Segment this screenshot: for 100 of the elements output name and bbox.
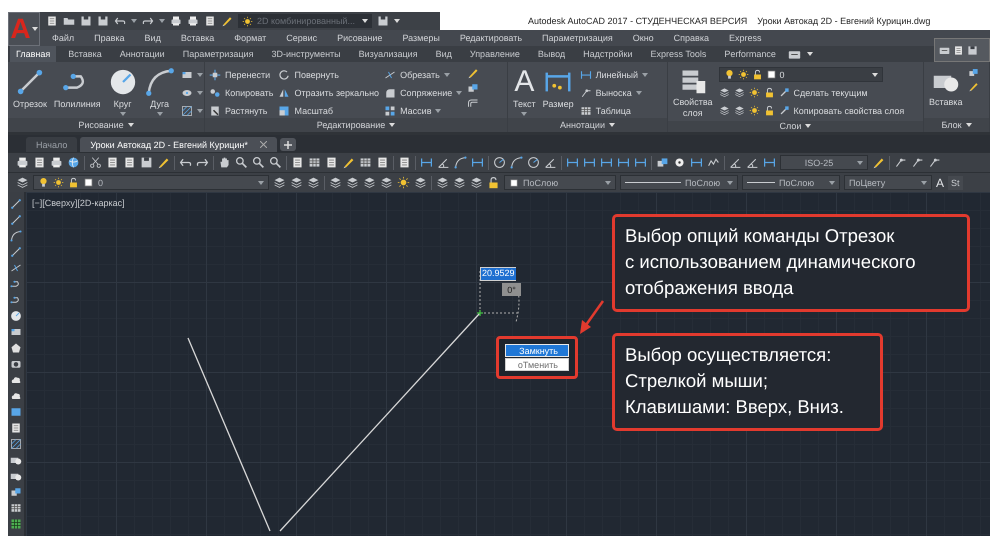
layers-icon[interactable] [329, 176, 342, 189]
linetype-dropdown[interactable]: ПоСлою [620, 175, 738, 190]
boundary-tool-button[interactable] [180, 103, 203, 118]
boxes-icon[interactable] [968, 67, 980, 78]
table-icon[interactable] [359, 156, 372, 169]
sheet-icon[interactable] [10, 422, 22, 434]
layer-dropdown[interactable]: 0 [718, 67, 883, 82]
camera-icon[interactable] [10, 358, 22, 370]
radius-icon[interactable] [493, 156, 506, 169]
file-tab[interactable]: Начало [26, 137, 78, 152]
sheet-icon[interactable] [953, 44, 964, 56]
layers-icon[interactable] [414, 176, 427, 189]
ribbon-tab[interactable]: Вывод [532, 46, 572, 62]
layers-icon[interactable] [470, 176, 483, 189]
modify-tool-button[interactable]: Отразить зеркально [278, 85, 380, 100]
linear-icon[interactable] [471, 156, 484, 169]
menu-item[interactable]: Файл [52, 33, 74, 43]
printer-icon[interactable] [187, 15, 199, 27]
menu-item[interactable]: Сервис [286, 33, 318, 43]
ribbon-tab[interactable]: Вставка [62, 46, 108, 62]
circle-icon[interactable] [10, 310, 22, 322]
sheet-icon[interactable] [291, 156, 304, 169]
draw-tool-button[interactable]: Круг [106, 65, 139, 118]
caret-icon[interactable] [32, 27, 38, 31]
drawing-canvas[interactable]: [−][Сверху][2D-каркас] 20.9529 0° Замкнуть оТменить Выбор опций команды Отрезок с использованием динамического отображения ввода Выбор осуществляется: Стрелкой мыши; Клавишами: Вверх, Вниз. [26, 192, 990, 536]
menu-item[interactable]: Окно [632, 33, 654, 43]
layers-icon[interactable] [363, 176, 376, 189]
ribbon-tab[interactable]: Управление [464, 46, 526, 62]
draw-tool-button[interactable]: Отрезок [12, 65, 48, 118]
layer-dropdown[interactable]: 0 [33, 175, 269, 190]
annotation-tool-button[interactable]: Выноска [580, 85, 648, 100]
linear-icon[interactable] [583, 156, 596, 169]
menu-item[interactable]: Параметризация [542, 33, 613, 43]
layer-action-button[interactable]: Сделать текущим [718, 85, 904, 100]
polyline-icon[interactable] [10, 294, 22, 306]
caret-icon[interactable] [362, 19, 368, 23]
folder-icon[interactable] [63, 15, 75, 27]
sheet-icon[interactable] [106, 156, 119, 169]
annotation-tool-button[interactable]: A Текст [512, 65, 537, 118]
caret-icon[interactable] [966, 123, 972, 127]
menu-item[interactable]: Правка [94, 33, 125, 43]
layers-icon[interactable] [273, 176, 286, 189]
caret-icon[interactable] [806, 52, 813, 56]
ribbon-tab[interactable]: 3D-инструменты [265, 46, 347, 62]
zoom-icon[interactable] [235, 156, 248, 169]
modify-tool-button[interactable]: Массив [384, 103, 462, 118]
sun-icon[interactable] [242, 16, 253, 26]
modify-tool-button[interactable]: Обрезать [384, 67, 462, 82]
ribbon-tab[interactable]: Параметризация [176, 46, 260, 62]
point-icon[interactable] [673, 156, 686, 169]
ribbon-tab[interactable]: Визуализация [352, 46, 424, 62]
linear-icon[interactable] [617, 156, 630, 169]
modify-tool-button[interactable]: Растянуть [209, 103, 274, 118]
layers-icon[interactable] [436, 176, 449, 189]
hand-icon[interactable] [218, 156, 231, 169]
draw-tool-button[interactable]: Полилиния [52, 65, 102, 118]
zoom-icon[interactable] [269, 156, 282, 169]
gradient-icon[interactable] [10, 406, 22, 418]
redo-icon[interactable] [196, 156, 209, 169]
menu-item[interactable]: Справка [674, 33, 709, 43]
text-style-dropdown[interactable]: St [948, 176, 963, 190]
insert-block-button[interactable]: Вставка [928, 65, 964, 118]
pencil-icon[interactable] [467, 67, 480, 79]
save-icon[interactable] [967, 44, 978, 56]
layers-icon[interactable] [453, 176, 466, 189]
caret-icon[interactable] [609, 123, 615, 127]
layer-action-button[interactable]: Копировать свойства слоя [718, 103, 904, 118]
modify-tool-button[interactable]: Перенести [209, 67, 274, 82]
modify-tool-button[interactable]: Повернуть [278, 67, 380, 82]
caret-icon[interactable] [128, 123, 134, 127]
grid-icon[interactable] [10, 518, 22, 530]
angle-icon[interactable] [746, 156, 759, 169]
layers-icon[interactable] [307, 176, 320, 189]
polyline-icon[interactable] [10, 278, 22, 290]
ribbon-tab[interactable]: Express Tools [644, 46, 712, 62]
modify-tool-button[interactable]: Копировать [209, 85, 274, 100]
caret-icon[interactable] [394, 19, 400, 23]
scissors-icon[interactable] [89, 156, 102, 169]
sheet-icon[interactable] [33, 156, 46, 169]
line-icon[interactable] [10, 214, 22, 226]
undo-icon[interactable] [114, 15, 126, 27]
caret-icon[interactable] [389, 123, 396, 127]
arc-icon[interactable] [454, 156, 467, 169]
layer-properties-button[interactable]: Свойства слоя [672, 65, 714, 121]
boxes-icon[interactable] [656, 156, 669, 169]
linear-icon[interactable] [566, 156, 579, 169]
layers-icon[interactable] [346, 176, 359, 189]
option-item[interactable]: Замкнуть [505, 344, 569, 357]
angle-icon[interactable] [437, 156, 450, 169]
length-input-field[interactable]: 20.9529 [480, 267, 516, 281]
offset-icon[interactable] [467, 97, 480, 109]
save-icon[interactable] [140, 156, 153, 169]
sun-icon[interactable] [397, 176, 410, 189]
dimension-style-dropdown[interactable]: ISO-25 [780, 155, 868, 170]
draw-tool-button[interactable]: Дуга [144, 65, 176, 118]
menu-item[interactable]: Редактировать [460, 33, 522, 43]
ribbon-tab[interactable]: Главная [10, 46, 56, 62]
layers-icon[interactable] [380, 176, 393, 189]
save-icon[interactable] [80, 15, 92, 27]
table-icon[interactable] [10, 502, 22, 514]
